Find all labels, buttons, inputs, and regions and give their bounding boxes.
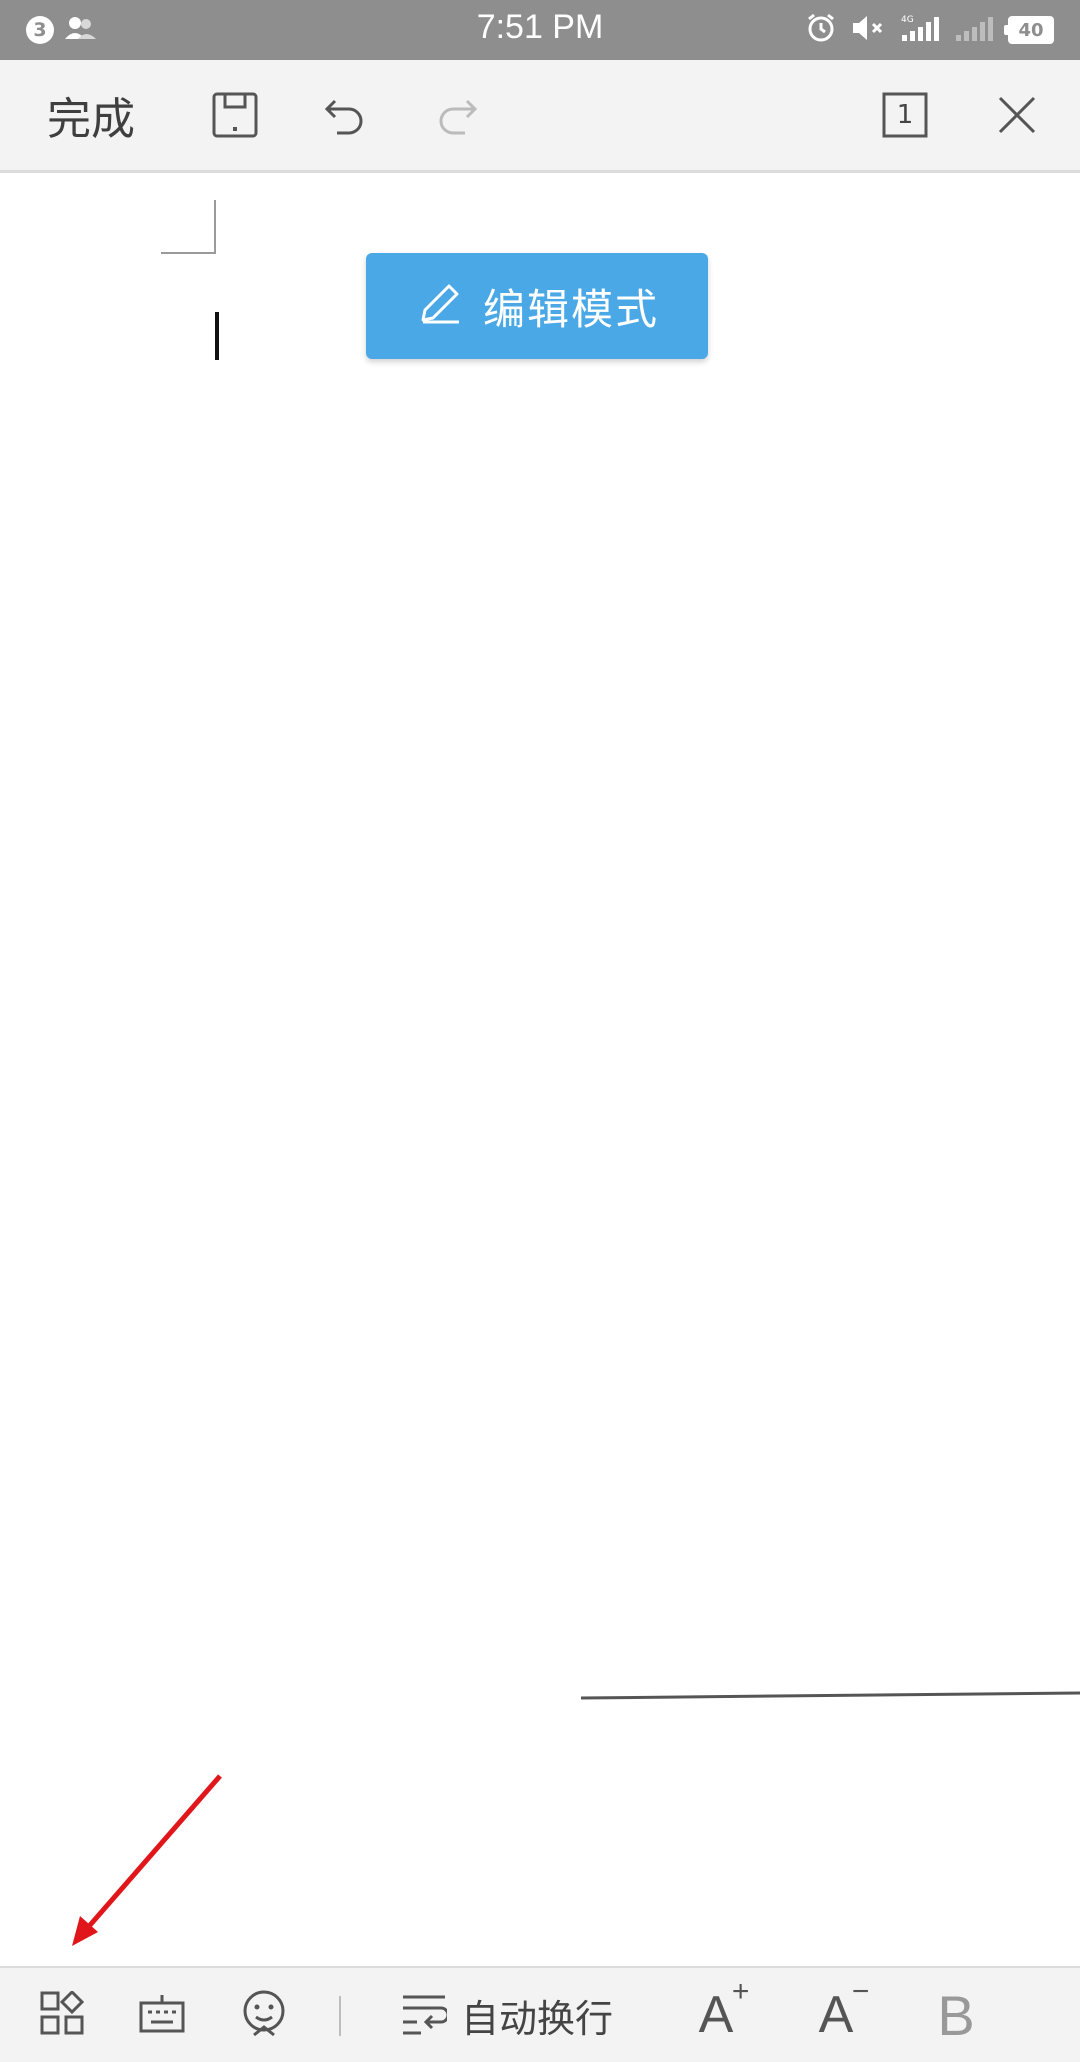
font-increase-label: A: [698, 1986, 734, 2044]
toolbar-divider: [339, 1996, 341, 2036]
auto-wrap-button[interactable]: 自动换行: [396, 1968, 618, 2062]
keyboard-icon: [139, 1991, 185, 2039]
emoji-button[interactable]: [236, 1968, 292, 2062]
bottom-toolbar: 自动换行 A + A − B: [0, 1966, 1080, 2062]
font-size-decrease-button[interactable]: A −: [810, 1968, 870, 2062]
annotation-arrow: [72, 1774, 222, 1946]
wrap-text-icon: [401, 1991, 450, 2039]
font-size-increase-button[interactable]: A +: [690, 1968, 750, 2062]
font-decrease-glyph: A −: [818, 1975, 870, 2044]
font-decrease-label: A: [818, 1986, 854, 2044]
apps-grid-icon: [40, 1989, 85, 2039]
apps-button[interactable]: [36, 1968, 88, 2062]
bold-label: B: [937, 1983, 975, 2047]
keyboard-button[interactable]: [136, 1968, 188, 2062]
font-increase-glyph: A +: [698, 1975, 750, 2044]
auto-wrap-label: 自动换行: [460, 1996, 613, 2041]
bold-button[interactable]: B: [930, 1968, 982, 2062]
emoji-icon: [240, 1989, 288, 2041]
